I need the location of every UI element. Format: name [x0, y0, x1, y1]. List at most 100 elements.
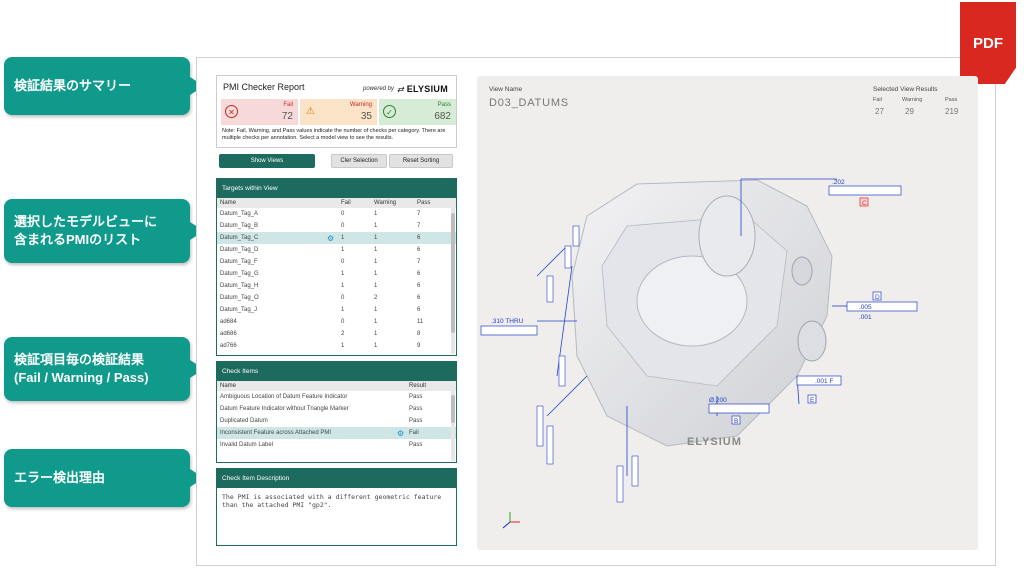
table-row[interactable]: ad686 2 1 8 [217, 328, 456, 340]
col-result[interactable]: Result [409, 383, 426, 389]
cell-fail: 1 [341, 271, 345, 277]
dim-005: .005 [859, 304, 872, 311]
selection-cursor-icon: ⚙ [397, 428, 405, 438]
cell-fail: 1 [341, 343, 345, 349]
pass-count: 682 [434, 111, 451, 122]
warning-summary: ⚠ Warning 35 [300, 99, 377, 125]
show-views-button[interactable]: Show Views [219, 154, 315, 168]
cell-result: Pass [409, 394, 423, 400]
targets-scroll-thumb[interactable] [451, 213, 455, 333]
description-title: Check Item Description [217, 469, 456, 488]
reset-sorting-button[interactable]: Reset Sorting [389, 154, 453, 168]
cad-model-render[interactable]: .202 C .310 THRU D .005 .001 .001 F E Ø.… [477, 76, 978, 550]
summary-note: Note: Fail, Warning, and Pass values ind… [222, 128, 446, 141]
dim-001-f: .001 F [815, 378, 833, 385]
dim-200: Ø.200 [709, 397, 727, 404]
table-row[interactable]: Datum_Tag_A 0 1 7 [217, 208, 456, 220]
cell-pass: 6 [417, 247, 421, 253]
list-item[interactable]: Datum Feature Indicator without Triangle… [217, 403, 456, 415]
description-text: The PMI is associated with a different g… [222, 493, 442, 509]
targets-panel-title: Targets within View [217, 179, 456, 198]
pdf-badge: PDF [960, 2, 1016, 84]
col-warning[interactable]: Warning [374, 200, 396, 206]
table-row[interactable]: Datum_Tag_D 1 1 6 [217, 244, 456, 256]
cell-pass: 11 [417, 319, 424, 325]
warning-count: 35 [360, 111, 372, 122]
datum-c: C [862, 200, 867, 207]
cell-pass: 6 [417, 235, 421, 241]
cell-name: Invalid Datum Label [220, 442, 274, 448]
check-items-title: Check Items [217, 362, 456, 381]
cell-name: ad686 [220, 331, 237, 337]
cell-name: Datum_Tag_B [220, 223, 259, 229]
col-name[interactable]: Name [220, 200, 236, 206]
callout-pmi-list: 選択したモデルビューに 含まれるPMIのリスト [4, 199, 190, 263]
datum-b: B [734, 418, 738, 425]
table-row[interactable]: Datum_Tag_C 1 1 6 ⚙ [217, 232, 456, 244]
model-viewer[interactable]: View Name D03_DATUMS Selected View Resul… [477, 76, 978, 550]
list-item[interactable]: Duplicated Datum Pass [217, 415, 456, 427]
cell-name: Datum_Tag_A [220, 211, 259, 217]
fcf-left: .310 THRU [480, 318, 538, 336]
col-pass[interactable]: Pass [417, 200, 430, 206]
table-row[interactable]: Datum_Tag_O 0 2 6 [217, 292, 456, 304]
table-row[interactable]: Datum_Tag_B 0 1 7 [217, 220, 456, 232]
brand-name: ELYSIUM [406, 84, 448, 94]
page-root: 検証結果のサマリー 選択したモデルビューに 含まれるPMIのリスト 検証項目毎の… [0, 0, 1024, 569]
cell-name: Datum_Tag_G [220, 271, 259, 277]
check-items-column-header: Name Result [217, 381, 456, 391]
table-row[interactable]: Datum_Tag_H 1 1 6 [217, 280, 456, 292]
check-items-list: Ambiguous Location of Datum Feature Indi… [217, 391, 456, 451]
cell-name: Duplicated Datum [220, 418, 268, 424]
cell-warning: 1 [374, 319, 378, 325]
table-row[interactable]: ad766 1 1 9 [217, 340, 456, 352]
cell-name: Inconsistent Feature across Attached PMI [220, 430, 332, 436]
dim-001: .001 [859, 314, 872, 321]
pass-check-icon: ✓ [383, 105, 396, 118]
axis-triad [502, 512, 520, 529]
cell-pass: 6 [417, 307, 421, 313]
dim-202: .202 [832, 179, 845, 186]
cell-name: ad684 [220, 319, 237, 325]
powered-by: powered by ⇄ ELYSIUM [363, 84, 448, 94]
table-row[interactable]: Datum_Tag_G 1 1 6 [217, 268, 456, 280]
list-item[interactable]: Ambiguous Location of Datum Feature Indi… [217, 391, 456, 403]
callout-error-reason: エラー検出理由 [4, 449, 190, 507]
cell-warning: 1 [374, 331, 378, 337]
cell-warning: 1 [374, 307, 378, 313]
col-fail[interactable]: Fail [341, 200, 351, 206]
list-item[interactable]: Invalid Datum Label Pass [217, 439, 456, 451]
callout-summary: 検証結果のサマリー [4, 57, 190, 115]
cell-warning: 1 [374, 235, 378, 241]
targets-column-header: Name Fail Warning Pass [217, 198, 456, 208]
cell-fail: 1 [341, 283, 345, 289]
table-row[interactable]: ad684 0 1 11 [217, 316, 456, 328]
clear-selection-button[interactable]: Cler Selection [331, 154, 387, 168]
fail-label: Fail [283, 102, 293, 108]
check-items-scroll-thumb[interactable] [451, 395, 455, 423]
description-panel: Check Item Description The PMI is associ… [216, 468, 457, 546]
cell-pass: 8 [417, 331, 421, 337]
pdf-badge-label: PDF [973, 34, 1003, 52]
cell-name: Datum Feature Indicator without Triangle… [220, 406, 349, 412]
cell-warning: 1 [374, 247, 378, 253]
callout-check-results: 検証項目毎の検証結果 (Fail / Warning / Pass) [4, 337, 190, 401]
table-row[interactable]: Datum_Tag_F 0 1 7 [217, 256, 456, 268]
powered-by-label: powered by [362, 86, 395, 92]
fcf-top: .202 C [828, 179, 902, 207]
cell-pass: 7 [417, 211, 421, 217]
cell-pass: 9 [417, 343, 421, 349]
cell-pass: 7 [417, 259, 421, 265]
cell-pass: 6 [417, 283, 421, 289]
col-check-name[interactable]: Name [220, 383, 236, 389]
cell-pass: 7 [417, 223, 421, 229]
cell-name: Datum_Tag_D [220, 247, 259, 253]
fail-summary: ✕ Fail 72 [221, 99, 298, 125]
cell-fail: 0 [341, 259, 345, 265]
cell-warning: 1 [374, 271, 378, 277]
cell-warning: 1 [374, 223, 378, 229]
datum-e: E [810, 397, 815, 404]
list-item[interactable]: Inconsistent Feature across Attached PMI… [217, 427, 456, 439]
table-row[interactable]: Datum_Tag_J 1 1 6 [217, 304, 456, 316]
targets-list: Datum_Tag_A 0 1 7 Datum_Tag_B 0 1 7 Datum_Tag_C 1… [217, 208, 456, 352]
